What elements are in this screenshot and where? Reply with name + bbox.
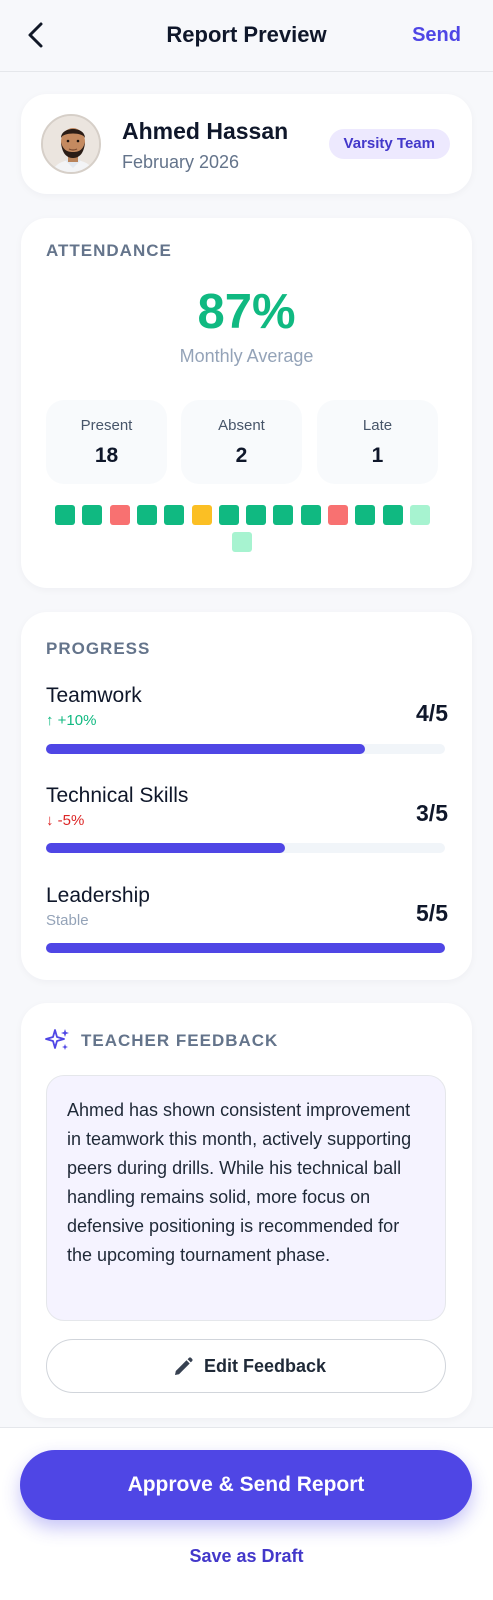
student-portrait-icon: [43, 116, 99, 172]
present-label: Present: [80, 417, 133, 434]
skill-score-teamwork: 4/5: [416, 700, 448, 726]
attendance-day-present: [382, 505, 403, 525]
team-badge: Varsity Team: [328, 129, 450, 159]
skill-name-technical-skills: Technical Skills: [46, 784, 189, 807]
progress-bar-teamwork: [46, 744, 445, 754]
top-bar: Report Preview Send: [0, 0, 493, 72]
attendance-day-present: [246, 505, 267, 525]
approve-send-report-button[interactable]: Approve & Send Report: [20, 1450, 472, 1520]
progress-bar-fill: [46, 744, 366, 754]
progress-bar-technical-skills: [46, 843, 445, 853]
attendance-percentage: 87%: [197, 285, 296, 339]
skill-trend-value: -5%: [57, 812, 85, 829]
avatar: [41, 114, 101, 174]
skill-trend-leadership: Stable: [46, 912, 89, 929]
present-count: 18: [94, 444, 119, 467]
pencil-icon: [175, 1357, 193, 1375]
attendance-day-upcoming: [232, 532, 252, 552]
progress-bar-fill: [46, 943, 445, 953]
attendance-day-present: [55, 505, 75, 525]
edit-feedback-label: Edit Feedback: [204, 1356, 327, 1376]
attendance-day-present: [82, 505, 103, 525]
progress-bar-fill: [46, 843, 286, 853]
late-stat: Late 1: [317, 400, 438, 484]
feedback-section-title: TEACHER FEEDBACK: [81, 1031, 279, 1050]
skill-score-technical-skills: 3/5: [416, 800, 448, 826]
attendance-day-present: [355, 505, 376, 525]
absent-count: 2: [235, 444, 248, 467]
sparkle-icon: [45, 1029, 69, 1050]
progress-bar-leadership: [46, 943, 445, 953]
attendance-day-present: [218, 505, 239, 525]
absent-stat: Absent 2: [181, 400, 302, 484]
skill-trend-value: +10%: [57, 712, 97, 729]
send-button[interactable]: Send: [412, 24, 461, 47]
absent-label: Absent: [218, 417, 265, 434]
attendance-day-upcoming: [409, 505, 430, 525]
attendance-percentage-label: Monthly Average: [179, 346, 314, 366]
arrow-down-icon: ↓: [46, 812, 58, 829]
attendance-day-absent: [328, 505, 348, 525]
skill-name-teamwork: Teamwork: [46, 684, 142, 707]
late-count: 1: [371, 444, 384, 467]
edit-feedback-button[interactable]: Edit Feedback: [46, 1339, 446, 1393]
attendance-day-present: [164, 505, 185, 525]
progress-card: PROGRESS Teamwork ↑ +10% 4/5 Technical S…: [21, 612, 472, 980]
save-as-draft-button[interactable]: Save as Draft: [0, 1546, 493, 1567]
attendance-day-present: [273, 505, 294, 525]
attendance-day-late: [191, 505, 212, 525]
skill-trend-teamwork: ↑ +10%: [46, 712, 96, 729]
skill-score-leadership: 5/5: [416, 900, 448, 926]
attendance-section-title: ATTENDANCE: [46, 241, 172, 260]
skill-trend-technical-skills: ↓ -5%: [46, 812, 84, 829]
progress-section-title: PROGRESS: [46, 639, 151, 658]
student-profile-card: Ahmed Hassan February 2026 Varsity Team: [21, 94, 472, 194]
attendance-day-present: [136, 505, 157, 525]
attendance-card: ATTENDANCE 87% Monthly Average Present 1…: [21, 218, 472, 588]
footer-actions: Approve & Send Report Save as Draft: [0, 1427, 493, 1600]
teacher-feedback-card: TEACHER FEEDBACK Ahmed has shown consist…: [21, 1003, 472, 1418]
skill-name-leadership: Leadership: [46, 884, 150, 907]
attendance-day-present: [300, 505, 321, 525]
feedback-text: Ahmed has shown consistent improvement i…: [46, 1075, 446, 1321]
late-label: Late: [362, 417, 393, 434]
arrow-up-icon: ↑: [46, 712, 58, 729]
report-period: February 2026: [122, 152, 240, 172]
student-name: Ahmed Hassan: [122, 118, 289, 144]
attendance-day-absent: [109, 505, 130, 525]
present-stat: Present 18: [46, 400, 167, 484]
